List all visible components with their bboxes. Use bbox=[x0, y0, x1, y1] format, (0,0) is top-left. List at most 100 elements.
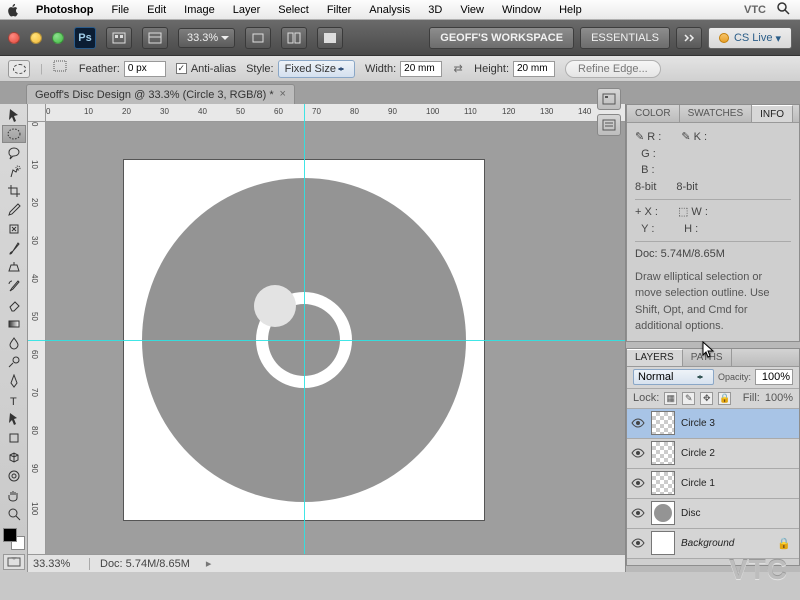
elliptical-marquee-tool[interactable] bbox=[2, 125, 26, 143]
lock-transparency-icon[interactable]: ▦ bbox=[664, 392, 677, 405]
menu-file[interactable]: File bbox=[103, 4, 137, 16]
move-tool[interactable] bbox=[2, 106, 26, 124]
brush-tool[interactable] bbox=[2, 239, 26, 257]
dodge-tool[interactable] bbox=[2, 353, 26, 371]
lasso-tool[interactable] bbox=[2, 144, 26, 162]
menu-layer[interactable]: Layer bbox=[225, 4, 269, 16]
status-zoom[interactable]: 33.33% bbox=[28, 558, 90, 570]
height-input[interactable] bbox=[513, 61, 555, 77]
spotlight-icon[interactable] bbox=[776, 1, 790, 18]
fill-input[interactable]: 100% bbox=[765, 392, 793, 404]
launch-minibridge-button[interactable] bbox=[142, 27, 168, 49]
arrange-documents-button[interactable] bbox=[281, 27, 307, 49]
layer-name[interactable]: Disc bbox=[681, 508, 700, 519]
visibility-icon[interactable] bbox=[631, 446, 645, 460]
zoom-tool[interactable] bbox=[2, 505, 26, 523]
tab-color[interactable]: COLOR bbox=[627, 105, 680, 122]
layer-row[interactable]: Circle 1 bbox=[627, 469, 799, 499]
width-input[interactable] bbox=[400, 61, 442, 77]
pen-tool[interactable] bbox=[2, 372, 26, 390]
3d-camera-tool[interactable] bbox=[2, 467, 26, 485]
ruler-origin[interactable] bbox=[28, 104, 46, 122]
dock-minibridge-icon[interactable] bbox=[597, 88, 621, 110]
layer-name[interactable]: Circle 2 bbox=[681, 448, 715, 459]
lock-position-icon[interactable]: ✥ bbox=[700, 392, 713, 405]
swap-dimensions-icon[interactable]: ⇄ bbox=[452, 62, 464, 76]
menu-window[interactable]: Window bbox=[494, 4, 549, 16]
healing-brush-tool[interactable] bbox=[2, 220, 26, 238]
blend-mode-dropdown[interactable]: Normal bbox=[633, 369, 714, 385]
history-brush-tool[interactable] bbox=[2, 277, 26, 295]
launch-bridge-button[interactable] bbox=[106, 27, 132, 49]
zoom-level-dropdown[interactable]: 33.3% bbox=[178, 28, 235, 48]
layer-row[interactable]: Circle 3 bbox=[627, 409, 799, 439]
feather-input[interactable] bbox=[124, 61, 166, 77]
window-minimize-icon[interactable] bbox=[30, 32, 42, 44]
layer-name[interactable]: Background bbox=[681, 538, 734, 549]
document-tab[interactable]: Geoff's Disc Design @ 33.3% (Circle 3, R… bbox=[26, 84, 295, 104]
eyedropper-tool[interactable] bbox=[2, 201, 26, 219]
menu-select[interactable]: Select bbox=[270, 4, 317, 16]
dock-history-icon[interactable] bbox=[597, 114, 621, 136]
shape-tool[interactable] bbox=[2, 429, 26, 447]
lock-all-icon[interactable]: 🔒 bbox=[718, 392, 731, 405]
layer-name[interactable]: Circle 3 bbox=[681, 418, 715, 429]
layer-thumbnail[interactable] bbox=[651, 411, 675, 435]
ruler-vertical[interactable]: 0102030405060708090100 bbox=[28, 122, 46, 554]
type-tool[interactable]: T bbox=[2, 391, 26, 409]
menu-image[interactable]: Image bbox=[176, 4, 223, 16]
blur-tool[interactable] bbox=[2, 334, 26, 352]
guide-vertical[interactable] bbox=[304, 104, 305, 572]
layer-row[interactable]: Circle 2 bbox=[627, 439, 799, 469]
gradient-tool[interactable] bbox=[2, 315, 26, 333]
workspace-button[interactable]: GEOFF'S WORKSPACE bbox=[429, 27, 574, 49]
view-extras-button[interactable] bbox=[245, 27, 271, 49]
quick-selection-tool[interactable] bbox=[2, 163, 26, 181]
visibility-icon[interactable] bbox=[631, 506, 645, 520]
menu-edit[interactable]: Edit bbox=[139, 4, 174, 16]
visibility-icon[interactable] bbox=[631, 536, 645, 550]
clone-stamp-tool[interactable] bbox=[2, 258, 26, 276]
menu-analysis[interactable]: Analysis bbox=[361, 4, 418, 16]
3d-tool[interactable] bbox=[2, 448, 26, 466]
hand-tool[interactable] bbox=[2, 486, 26, 504]
close-tab-icon[interactable]: × bbox=[277, 88, 289, 100]
layer-thumbnail[interactable] bbox=[651, 531, 675, 555]
tab-paths[interactable]: PATHS bbox=[683, 349, 732, 366]
canvas-area[interactable]: 0102030405060708090100110120130140 01020… bbox=[28, 104, 625, 572]
menu-3d[interactable]: 3D bbox=[420, 4, 450, 16]
tab-layers[interactable]: LAYERS bbox=[627, 349, 683, 366]
color-swatches[interactable] bbox=[3, 528, 25, 550]
tab-info[interactable]: INFO bbox=[752, 105, 793, 122]
crop-tool[interactable] bbox=[2, 182, 26, 200]
eraser-tool[interactable] bbox=[2, 296, 26, 314]
screen-mode-button[interactable] bbox=[317, 27, 343, 49]
style-dropdown[interactable]: Fixed Size bbox=[278, 60, 355, 78]
status-doc-info[interactable]: Doc: 5.74M/8.65M bbox=[90, 558, 200, 570]
app-name[interactable]: Photoshop bbox=[28, 4, 101, 16]
workspace-expand-button[interactable] bbox=[676, 27, 702, 49]
opacity-input[interactable]: 100% bbox=[755, 369, 793, 385]
quick-mask-button[interactable] bbox=[3, 554, 25, 570]
tab-swatches[interactable]: SWATCHES bbox=[680, 105, 753, 122]
status-info-arrow-icon[interactable]: ▸ bbox=[206, 557, 212, 570]
lock-pixels-icon[interactable]: ✎ bbox=[682, 392, 695, 405]
cs-live-button[interactable]: CS Live▾ bbox=[708, 27, 792, 49]
foreground-color-swatch[interactable] bbox=[3, 528, 17, 542]
visibility-icon[interactable] bbox=[631, 476, 645, 490]
apple-menu-icon[interactable] bbox=[6, 3, 20, 17]
guide-horizontal[interactable] bbox=[28, 340, 625, 341]
menu-filter[interactable]: Filter bbox=[319, 4, 359, 16]
menu-view[interactable]: View bbox=[452, 4, 492, 16]
window-zoom-icon[interactable] bbox=[52, 32, 64, 44]
antialias-checkbox[interactable]: ✓ bbox=[176, 63, 187, 74]
window-close-icon[interactable] bbox=[8, 32, 20, 44]
refine-edge-button[interactable]: Refine Edge... bbox=[565, 60, 661, 78]
layer-thumbnail[interactable] bbox=[651, 441, 675, 465]
current-tool-indicator[interactable] bbox=[8, 60, 30, 78]
essentials-button[interactable]: ESSENTIALS bbox=[580, 27, 670, 49]
visibility-icon[interactable] bbox=[631, 416, 645, 430]
ruler-horizontal[interactable]: 0102030405060708090100110120130140 bbox=[46, 104, 625, 122]
layer-thumbnail[interactable] bbox=[651, 501, 675, 525]
selection-mode-new-icon[interactable] bbox=[53, 60, 69, 77]
